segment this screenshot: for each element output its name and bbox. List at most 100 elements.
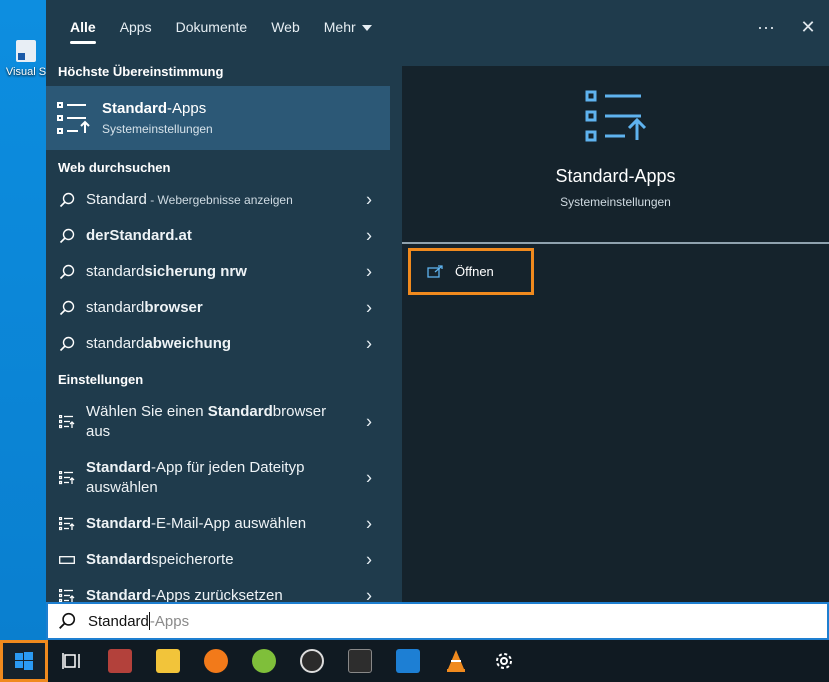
search-icon [58,191,76,209]
preview-header: Standard-Apps Systemeinstellungen [402,66,829,244]
results-list: Höchste Übereinstimmung Standard-Apps Sy… [46,54,390,602]
web-result-item[interactable]: standardbrowser › [46,290,390,326]
taskbar-green-app[interactable] [240,640,288,682]
default-apps-icon [57,102,90,134]
settings-result-item[interactable]: Standard-Apps zurücksetzen › [46,578,390,602]
visual-studio-icon [16,40,36,62]
list-settings-icon [58,587,76,602]
open-button-label: Öffnen [455,264,494,279]
chevron-right-icon: › [366,333,372,354]
settings-result-text: Standard-App für jeden Dateityp auswähle… [86,459,305,496]
search-icon [58,299,76,317]
search-input[interactable]: Standard -Apps [46,602,829,640]
search-icon [59,612,76,629]
chevron-down-icon [361,24,372,31]
default-apps-large-icon [585,90,646,142]
preview-title: Standard-Apps [555,166,676,186]
taskbar [0,640,829,682]
chevron-right-icon: › [366,549,372,570]
web-result-text: standardbrowser [86,299,203,316]
web-result-text: derStandard.at [86,227,192,244]
settings-result-text: Standard-E-Mail-App auswählen [86,515,307,532]
search-panel: Alle Apps Dokumente Web Mehr ··· ✕ Höchs… [46,0,829,640]
more-options-button[interactable]: ··· [745,0,787,54]
desktop-shortcut-label: Visual S [5,66,47,78]
settings-result-text: Standardspeicherorte [86,551,234,568]
section-settings: Einstellungen [58,372,144,387]
taskbar-photos[interactable] [384,640,432,682]
best-match-item[interactable]: Standard-Apps Systemeinstellungen [46,86,390,150]
tab-label: Web [271,19,300,35]
web-result-item[interactable]: derStandard.at › [46,218,390,254]
terminal-icon [348,649,372,673]
best-match-subtitle: Systemeinstellungen [102,122,213,136]
windows-logo-icon [15,652,33,670]
web-result-text: Standard - Webergebnisse anzeigen [86,191,293,208]
taskbar-file-explorer[interactable] [144,640,192,682]
firefox-icon [204,649,228,673]
task-view-icon [62,653,80,669]
settings-result-item[interactable]: Wählen Sie einen Standardbrowser aus › [46,394,390,450]
search-icon [58,335,76,353]
web-result-text: standardabweichung [86,335,232,352]
chevron-right-icon: › [366,585,372,603]
taskbar-settings[interactable] [480,640,528,682]
settings-result-item[interactable]: Standard-App für jeden Dateityp auswähle… [46,450,390,506]
settings-result-text: Standard-Apps zurücksetzen [86,587,283,602]
taskbar-terminal[interactable] [336,640,384,682]
green-app-icon [252,649,276,673]
tab-apps[interactable]: Apps [108,0,164,54]
photos-icon [396,649,420,673]
preview-pane: Standard-Apps Systemeinstellungen Öffnen [402,66,829,602]
search-suggestion-text: -Apps [149,612,190,630]
tab-label: Apps [119,19,152,35]
tab-mehr[interactable]: Mehr [312,0,384,54]
tab-web[interactable]: Web [259,0,312,54]
web-result-item[interactable]: standardabweichung › [46,326,390,362]
chevron-right-icon: › [366,297,372,318]
list-settings-icon [58,413,76,431]
search-icon [58,263,76,281]
search-icon [58,227,76,245]
best-match-title: Standard-Apps [102,100,207,117]
settings-result-item[interactable]: Standard-E-Mail-App auswählen › [46,506,390,542]
web-result-item[interactable]: standardsicherung nrw › [46,254,390,290]
list-settings-icon [58,515,76,533]
drive-icon [58,551,76,569]
section-best-match: Höchste Übereinstimmung [58,64,224,79]
web-result-item[interactable]: Standard - Webergebnisse anzeigen › [46,182,390,218]
taskbar-firefox[interactable] [192,640,240,682]
window-actions: ··· ✕ [745,0,829,54]
tab-label: Alle [70,19,96,35]
obs-icon [300,649,324,673]
taskbar-vlc[interactable] [432,640,480,682]
settings-result-text: Wählen Sie einen Standardbrowser aus [86,403,327,440]
chevron-right-icon: › [366,513,372,534]
task-view-button[interactable] [48,640,96,682]
file-explorer-icon [156,649,180,673]
section-web: Web durchsuchen [58,160,171,175]
settings-gear-icon [496,653,512,669]
close-button[interactable]: ✕ [787,0,829,54]
tab-label: Dokumente [175,19,248,35]
chevron-right-icon: › [366,467,372,488]
preview-subtitle: Systemeinstellungen [560,195,671,209]
chevron-right-icon: › [366,261,372,282]
search-typed-text: Standard [88,612,149,630]
taskbar-app-red[interactable] [96,640,144,682]
open-external-icon [427,264,443,278]
tab-label: Mehr [323,19,356,35]
settings-result-item[interactable]: Standardspeicherorte › [46,542,390,578]
list-settings-icon [58,469,76,487]
taskbar-obs[interactable] [288,640,336,682]
open-button[interactable]: Öffnen [408,248,534,295]
chevron-right-icon: › [366,225,372,246]
vlc-icon [447,650,465,672]
desktop-shortcut[interactable]: Visual S [4,40,48,78]
app-red-icon [108,649,132,673]
chevron-right-icon: › [366,189,372,210]
start-button[interactable] [0,640,48,682]
search-tabs: Alle Apps Dokumente Web Mehr ··· ✕ [46,0,829,54]
tab-alle[interactable]: Alle [58,0,108,54]
tab-dokumente[interactable]: Dokumente [164,0,260,54]
